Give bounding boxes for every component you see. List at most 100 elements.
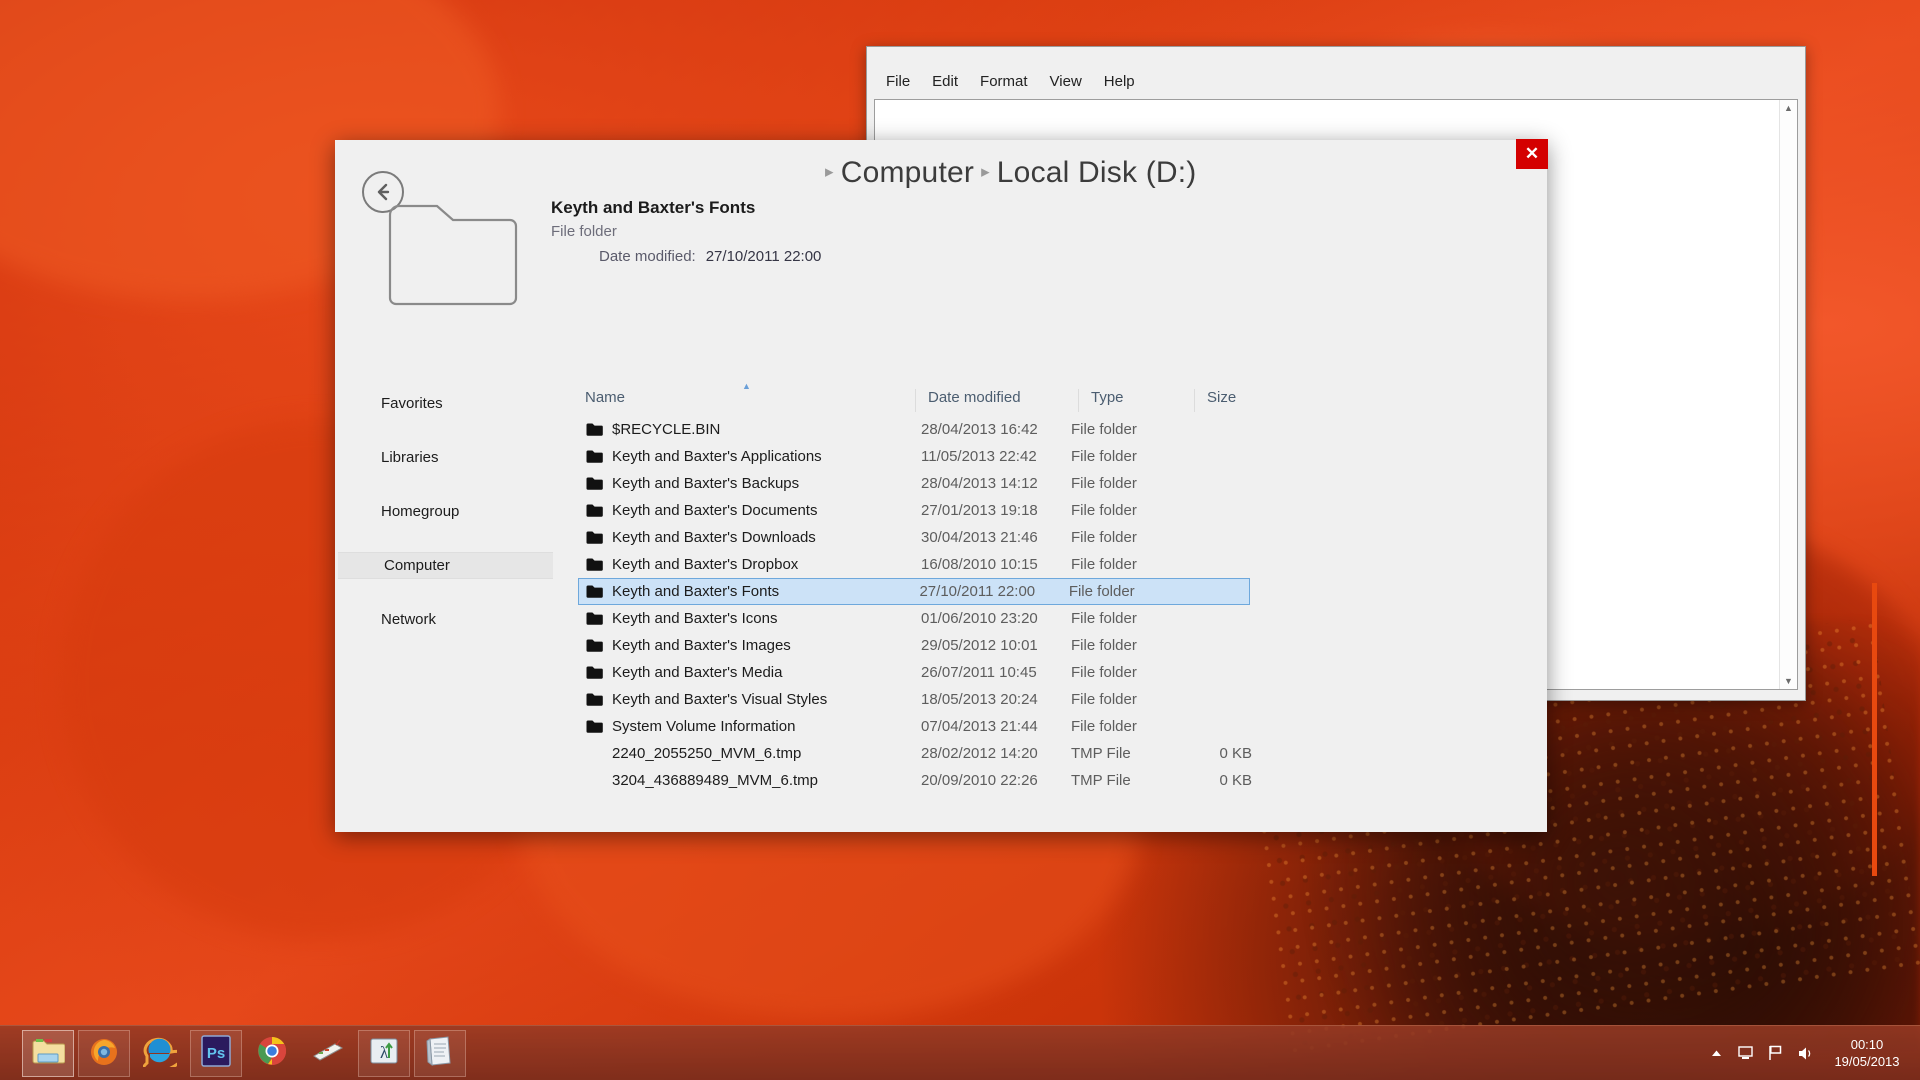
vertical-scrollbar-thumb[interactable] <box>1872 583 1877 876</box>
date-modified-label: Date modified: <box>599 248 696 265</box>
cell-type: TMP File <box>1071 772 1131 789</box>
taskbar-button-notepad[interactable] <box>414 1029 466 1077</box>
keyboard-tool-icon <box>311 1038 345 1069</box>
table-row[interactable]: Keyth and Baxter's Downloads 30/04/2013 2… <box>578 524 1547 551</box>
cell-size: 0 KB <box>1219 772 1252 789</box>
breadcrumb-item-local-disk[interactable]: Local Disk (D:) <box>997 156 1197 189</box>
menu-item-edit[interactable]: Edit <box>921 71 969 92</box>
cell-type: File folder <box>1071 502 1137 519</box>
cell-date-modified: 28/02/2012 14:20 <box>921 745 1038 762</box>
cell-name: Keyth and Baxter's Dropbox <box>579 556 909 573</box>
cell-name-text: Keyth and Baxter's Images <box>612 637 791 654</box>
sidebar-item-favorites[interactable]: Favorites <box>335 390 557 417</box>
table-row[interactable]: Keyth and Baxter's Media 26/07/2011 10:45… <box>578 659 1547 686</box>
cell-name-text: Keyth and Baxter's Visual Styles <box>612 691 828 708</box>
folder-icon <box>387 203 522 307</box>
breadcrumb[interactable]: ▸ Computer ▸ Local Disk (D:) <box>818 156 1197 190</box>
cell-name-text: 2240_2055250_MVM_6.tmp <box>612 745 802 762</box>
notepad-menubar[interactable]: File Edit Format View Help <box>867 69 1805 94</box>
notepad-icon <box>426 1035 454 1072</box>
cell-name: $RECYCLE.BIN <box>579 421 909 438</box>
file-list-header[interactable]: ▲ Name Date modified Type Size <box>578 378 1547 412</box>
taskbar-button-lambda-app[interactable]: λ <box>358 1029 410 1077</box>
clock-time: 00:10 <box>1850 1037 1884 1052</box>
column-label-size: Size <box>1207 389 1237 406</box>
table-row[interactable]: Keyth and Baxter's Applications 11/05/201… <box>578 443 1547 470</box>
clock[interactable]: 00:10 19/05/2013 <box>1828 1036 1906 1070</box>
column-header-size[interactable]: Size <box>1194 389 1297 412</box>
menu-item-file[interactable]: File <box>875 71 921 92</box>
cell-name-text: Keyth and Baxter's Icons <box>612 610 778 627</box>
date-modified-value: 27/10/2011 22:00 <box>705 248 822 265</box>
sidebar-item-label: Libraries <box>381 449 439 466</box>
sidebar-item-computer[interactable]: Computer <box>338 552 553 579</box>
table-row[interactable]: Keyth and Baxter's Icons 01/06/2010 23:20… <box>578 605 1547 632</box>
volume-icon[interactable] <box>1797 1046 1814 1061</box>
taskbar-button-chrome[interactable] <box>246 1030 298 1077</box>
internet-explorer-icon <box>141 1035 186 1075</box>
photoshop-icon: Ps <box>201 1034 231 1072</box>
desktop[interactable]: File Edit Format View Help ▲ ▼ ✕ ▸ Compu… <box>0 0 1920 1080</box>
navigation-sidebar[interactable]: Favorites Libraries Homegroup Computer Netwo… <box>335 390 557 832</box>
breadcrumb-separator-icon: ▸ <box>825 162 834 181</box>
cell-name-text: Keyth and Baxter's Dropbox <box>612 556 799 573</box>
column-label-type: Type <box>1091 389 1124 406</box>
cell-name-text: Keyth and Baxter's Fonts <box>612 583 780 600</box>
details-pane: Keyth and Baxter's Fonts File folder Dat… <box>551 198 821 265</box>
cell-date-modified: 18/05/2013 20:24 <box>921 691 1038 708</box>
table-row[interactable]: 3204_436889489_MVM_6.tmp 20/09/2010 22:26… <box>578 767 1547 794</box>
taskbar[interactable]: Ps λ 00:10 19/05/2013 <box>0 1025 1920 1080</box>
table-row[interactable]: System Volume Information 07/04/2013 21:4… <box>578 713 1547 740</box>
cell-date-modified: 27/01/2013 19:18 <box>921 502 1038 519</box>
table-row[interactable]: Keyth and Baxter's Documents 27/01/2013 1… <box>578 497 1547 524</box>
column-header-type[interactable]: Type <box>1078 389 1194 412</box>
scroll-up-icon[interactable]: ▲ <box>1780 100 1797 116</box>
column-header-name[interactable]: ▲ Name <box>578 381 915 412</box>
file-explorer-window[interactable]: ✕ ▸ Computer ▸ Local Disk (D:) Keyth and Ba… <box>335 139 1877 876</box>
taskbar-button-keyboard-tool[interactable] <box>302 1030 354 1077</box>
cell-type: File folder <box>1071 718 1137 735</box>
action-center-flag-icon[interactable] <box>1768 1045 1783 1061</box>
table-row[interactable]: Keyth and Baxter's Dropbox 16/08/2010 10:… <box>578 551 1547 578</box>
network-icon[interactable] <box>1737 1045 1754 1061</box>
cell-name: Keyth and Baxter's Visual Styles <box>579 691 909 708</box>
file-list-rows[interactable]: $RECYCLE.BIN 28/04/2013 16:42 File folder K… <box>578 416 1547 794</box>
cell-name: System Volume Information <box>579 718 909 735</box>
breadcrumb-separator-icon: ▸ <box>981 162 990 181</box>
taskbar-button-file-explorer[interactable] <box>22 1029 74 1077</box>
cell-name-text: $RECYCLE.BIN <box>612 421 721 438</box>
notepad-vertical-scrollbar[interactable]: ▲ ▼ <box>1779 100 1797 689</box>
cell-date-modified: 20/09/2010 22:26 <box>921 772 1038 789</box>
table-row[interactable]: 2240_2055250_MVM_6.tmp 28/02/2012 14:20 TM… <box>578 740 1547 767</box>
sidebar-item-homegroup[interactable]: Homegroup <box>335 498 557 525</box>
taskbar-button-photoshop[interactable]: Ps <box>190 1029 242 1077</box>
taskbar-button-firefox[interactable] <box>78 1029 130 1077</box>
table-row[interactable]: Keyth and Baxter's Images 29/05/2012 10:0… <box>578 632 1547 659</box>
menu-item-help[interactable]: Help <box>1093 71 1146 92</box>
cell-name-text: 3204_436889489_MVM_6.tmp <box>612 772 818 789</box>
file-list[interactable]: ▲ Name Date modified Type Size $RECYCLE.… <box>578 378 1547 832</box>
system-tray[interactable]: 00:10 19/05/2013 <box>1710 1036 1920 1070</box>
item-title: Keyth and Baxter's Fonts <box>551 198 756 217</box>
taskbar-app-buttons[interactable]: Ps λ <box>0 1029 466 1077</box>
cell-date-modified: 28/04/2013 14:12 <box>921 475 1038 492</box>
show-hidden-icons-button[interactable] <box>1710 1047 1723 1060</box>
menu-item-format[interactable]: Format <box>969 71 1039 92</box>
notepad-titlebar[interactable] <box>867 47 1805 69</box>
menu-item-view[interactable]: View <box>1039 71 1093 92</box>
column-header-date-modified[interactable]: Date modified <box>915 389 1078 412</box>
table-row[interactable]: $RECYCLE.BIN 28/04/2013 16:42 File folder <box>578 416 1547 443</box>
table-row[interactable]: Keyth and Baxter's Backups 28/04/2013 14:… <box>578 470 1547 497</box>
sidebar-item-libraries[interactable]: Libraries <box>335 444 557 471</box>
table-row[interactable]: Keyth and Baxter's Fonts 27/10/2011 22:00… <box>578 578 1250 605</box>
close-button[interactable]: ✕ <box>1516 139 1548 169</box>
sidebar-item-network[interactable]: Network <box>335 606 557 633</box>
breadcrumb-item-computer[interactable]: Computer <box>841 156 974 189</box>
cell-date-modified: 01/06/2010 23:20 <box>921 610 1038 627</box>
taskbar-button-internet-explorer[interactable] <box>134 1030 186 1077</box>
table-row[interactable]: Keyth and Baxter's Visual Styles 18/05/20… <box>578 686 1547 713</box>
cell-type: File folder <box>1071 691 1137 708</box>
cell-type: File folder <box>1071 475 1137 492</box>
scroll-down-icon[interactable]: ▼ <box>1780 673 1797 689</box>
cell-name: Keyth and Baxter's Icons <box>579 610 909 627</box>
